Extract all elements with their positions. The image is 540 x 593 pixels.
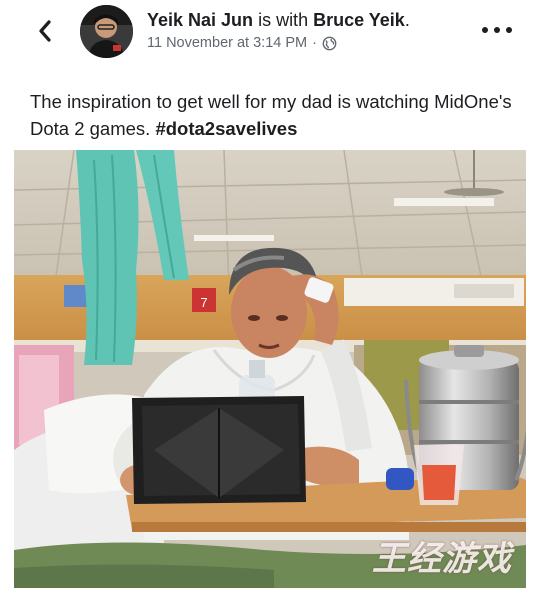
more-dot <box>494 27 500 33</box>
avatar[interactable] <box>80 5 133 58</box>
hospital-photo: 7 <box>14 150 526 588</box>
post-text: The inspiration to get well for my dad i… <box>30 88 520 142</box>
post-meta: 11 November at 3:14 PM · <box>147 33 337 53</box>
with-text: is with <box>253 10 314 30</box>
tagged-suffix: . <box>404 10 410 30</box>
author-name[interactable]: Yeik Nai Jun <box>147 10 253 30</box>
timestamp[interactable]: 11 November at 3:14 PM <box>147 33 307 53</box>
author-line: Yeik Nai Jun is with Bruce Yeik. <box>147 9 410 31</box>
post-photo[interactable]: 7 王经游戏 <box>14 150 526 588</box>
tagged-name[interactable]: Bruce Yeik <box>313 10 405 30</box>
more-dot <box>506 27 512 33</box>
watermark-logo: 王经游戏 <box>372 539 512 579</box>
avatar-image <box>80 5 133 58</box>
wall-sign-number: 7 <box>200 295 207 310</box>
meta-separator: · <box>312 35 317 51</box>
back-button[interactable] <box>30 16 60 46</box>
more-horizontal-icon <box>482 27 488 33</box>
hashtag-link[interactable]: #dota2savelives <box>155 118 297 139</box>
chevron-left-icon <box>39 20 51 42</box>
globe-icon[interactable] <box>322 36 337 51</box>
more-options-button[interactable] <box>482 18 512 42</box>
post-header: Yeik Nai Jun is with Bruce Yeik. 11 Nove… <box>0 0 540 70</box>
